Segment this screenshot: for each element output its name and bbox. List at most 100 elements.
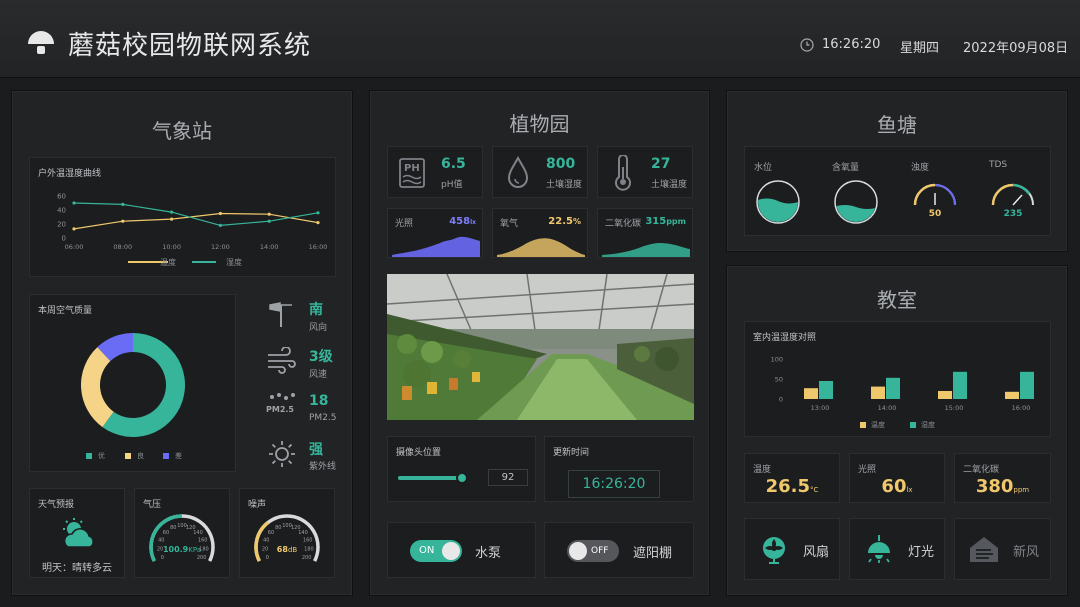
indoor-co2-label: 二氧化碳: [963, 465, 1000, 475]
legend-poor-swatch: [163, 453, 169, 459]
pond-metrics-card: 水位 含氧量 浊度 50 TDS 235: [744, 146, 1051, 236]
indoor-temp-label: 温度: [753, 465, 772, 475]
fresh-air-control[interactable]: 新风: [954, 518, 1051, 580]
legend-indoor-temp-swatch: [860, 422, 866, 428]
bar-temperature: [938, 391, 952, 399]
turbidity-gauge: [913, 183, 956, 206]
shade-toggle[interactable]: OFF: [567, 540, 619, 562]
noise-gauge: 020406080 100 120140160180200: [254, 514, 320, 562]
bar-temperature: [871, 386, 885, 399]
water-level-gauge: [756, 180, 800, 224]
legend-fair-swatch: [125, 453, 131, 459]
gauge-tick-label: 40: [263, 538, 269, 544]
shade-label: 遮阳棚: [633, 546, 673, 561]
tds-gauge: [991, 183, 1034, 206]
x-tick-label: 14:00: [260, 243, 279, 251]
update-time-title: 更新时间: [553, 448, 590, 458]
legend-good-label: 优: [98, 452, 105, 460]
indoor-bar-chart: 100 50 0 13:00 14:00 15:00 16:00: [771, 356, 1034, 412]
fresh-air-icon: [970, 537, 998, 562]
turbidity-label: 浊度: [911, 163, 930, 173]
series-line-humidity: [73, 202, 319, 227]
gauge-tick-label: 80: [275, 525, 281, 531]
water-level-label: 水位: [754, 163, 773, 173]
gauge-tick-label: 200: [302, 555, 312, 561]
clock-icon: [800, 38, 814, 52]
soil-moisture-card: 800 土壤湿度: [492, 146, 588, 198]
gauge-tick-label: 160: [198, 538, 208, 544]
x-tick-label: 13:00: [811, 404, 830, 412]
pm25-value: 18: [309, 393, 329, 409]
pump-label: 水泵: [475, 546, 502, 561]
x-tick-label: 08:00: [113, 243, 132, 251]
noise-readout: 68dB: [276, 545, 298, 554]
top-bar: 蘑菇校园物联网系统 16:26:20 星期四 2022年09月08日: [0, 0, 1080, 78]
fish-pond-panel: 鱼塘 水位 含氧量 浊度 50 TDS 235: [726, 90, 1068, 252]
soil-moisture-value: 800: [546, 156, 576, 172]
legend-temp-label: 温度: [160, 258, 176, 267]
gauge-tick-label: 60: [268, 530, 274, 536]
indoor-co2-card: 二氧化碳 380ppm: [954, 453, 1051, 503]
indoor-co2-value: 380ppm: [975, 476, 1030, 497]
bar-humidity: [953, 371, 967, 399]
light-sparkline: [392, 236, 480, 257]
header-weekday: 星期四: [900, 41, 940, 56]
y-tick-label: 60: [57, 193, 66, 201]
x-tick-label: 14:00: [878, 404, 897, 412]
legend-fair-label: 良: [137, 452, 144, 460]
wind-speed-label: 风速: [309, 370, 328, 380]
app-title: 蘑菇校园物联网系统: [68, 31, 312, 61]
camera-slider-fill: [398, 476, 461, 480]
wind-speed-value: 3级: [309, 349, 333, 365]
pump-control-card: ON 水泵: [387, 522, 536, 578]
bar-humidity: [1020, 371, 1034, 399]
bar-temperature: [1005, 391, 1019, 399]
gauge-tick-label: 0: [161, 555, 164, 561]
data-point: [316, 211, 320, 215]
oxygen-sparkline-card: 氧气 22.5%: [492, 208, 588, 258]
outdoor-temp-humidity-card: 户外温湿度曲线 60 40 20 0 06:00 08:00 10:00 12:00 14:00…: [29, 157, 336, 277]
x-tick-label: 16:00: [309, 243, 328, 251]
camera-slider-handle[interactable]: [456, 472, 468, 484]
gauge-tick-label: 200: [197, 555, 207, 561]
x-tick-label: 10:00: [162, 243, 181, 251]
update-time-card: 更新时间 16:26:20: [544, 436, 694, 502]
y-tick-label: 0: [779, 396, 783, 404]
indoor-temp-card: 温度 26.5°C: [744, 453, 840, 503]
ph-icon: PH: [399, 158, 425, 188]
co2-value: 315ppm: [645, 216, 686, 227]
pressure-gauge: 020406080 100 120140160180200: [149, 514, 215, 562]
pump-toggle[interactable]: ON: [410, 540, 462, 562]
fan-control[interactable]: 风扇: [744, 518, 840, 580]
shade-control-card: OFF 遮阳棚: [544, 522, 694, 578]
forecast-title: 天气预报: [38, 500, 75, 510]
co2-sparkline: [602, 243, 690, 257]
camera-position-input[interactable]: 92: [488, 469, 528, 486]
data-point: [72, 201, 76, 205]
fish-pond-title: 鱼塘: [877, 113, 917, 137]
turbidity-value: 50: [928, 209, 942, 219]
y-tick-label: 40: [57, 207, 66, 215]
uv-label: 紫外线: [309, 462, 337, 472]
oxygen-content-gauge: [834, 180, 878, 224]
data-point: [316, 221, 320, 225]
header-time: 16:26:20: [822, 37, 881, 52]
lamp-control[interactable]: 灯光: [849, 518, 945, 580]
series-line-temperature: [73, 212, 319, 230]
uv-value: 强: [309, 442, 323, 458]
x-tick-label: 06:00: [65, 243, 84, 251]
data-point: [121, 219, 125, 223]
wind-vane-icon: [269, 302, 292, 327]
greenhouse-camera-image: [387, 274, 694, 420]
wind-direction-label: 风向: [309, 323, 328, 333]
bar-temperature: [804, 388, 818, 399]
data-point: [72, 227, 76, 231]
update-time-value: 16:26:20: [568, 470, 660, 498]
fan-label: 风扇: [803, 545, 830, 560]
data-point: [170, 217, 174, 221]
soil-temp-label: 土壤温度: [651, 180, 688, 190]
fresh-air-label: 新风: [1013, 545, 1040, 560]
y-tick-label: 0: [62, 235, 66, 243]
pm25-icon: PM2.5: [266, 391, 300, 421]
gauge-tick-label: 60: [163, 530, 169, 536]
